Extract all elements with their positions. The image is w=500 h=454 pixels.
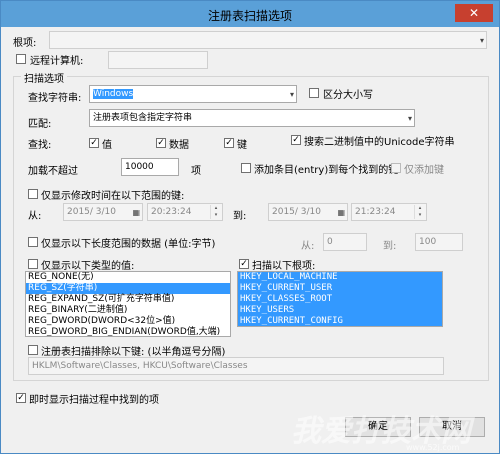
length-from-input[interactable]: 0 <box>323 233 367 251</box>
limit-input[interactable]: 10000 <box>121 158 179 176</box>
find-string-label: 查找字符串: <box>28 93 82 104</box>
chevron-down-icon: ▾ <box>214 212 218 218</box>
time-to-time: 21:23:24 <box>355 207 396 217</box>
list-item[interactable]: HKEY_USERS <box>238 305 442 316</box>
add-entry-label: 添加条目(entry)到每个找到的键 <box>254 165 399 176</box>
time-from-label: 从: <box>28 211 42 222</box>
exclude-keys-input[interactable]: HKLM\Software\Classes, HKCU\Software\Cla… <box>28 357 444 375</box>
find-string-value: Windows <box>93 89 134 99</box>
window-title: 注册表扫描选项 <box>207 9 292 23</box>
match-combo[interactable]: 注册表项包含指定字符串 ▾ <box>89 109 415 127</box>
lookin-values-checkbox[interactable]: ✓ <box>89 138 99 148</box>
list-item[interactable]: HKEY_CURRENT_USER <box>238 283 442 294</box>
scan-roots-checkbox[interactable]: ✓ <box>239 259 249 269</box>
calendar-icon: ▦ <box>132 208 140 217</box>
list-item[interactable]: HKEY_CURRENT_CONFIG <box>238 316 442 327</box>
realtime-display-label: 即时显示扫描过程中找到的项 <box>29 395 159 406</box>
add-entry-checkbox[interactable] <box>241 163 251 173</box>
chevron-down-icon: ▾ <box>289 90 294 99</box>
lookin-label: 查找: <box>28 140 52 151</box>
remote-checkbox[interactable] <box>16 54 26 64</box>
lookin-data-label: 数据 <box>169 140 189 151</box>
time-filter-checkbox[interactable] <box>28 189 38 199</box>
limit-unit-label: 项 <box>191 166 201 177</box>
only-add-key-checkbox[interactable] <box>391 163 401 173</box>
case-sensitive-label: 区分大小写 <box>323 90 373 101</box>
lookin-keys-checkbox[interactable]: ✓ <box>224 138 234 148</box>
title-bar: 注册表扫描选项 ✕ <box>1 1 499 27</box>
length-to-label: 到: <box>383 241 397 252</box>
chevron-down-icon: ▾ <box>407 114 412 123</box>
chevron-up-icon: ▴ <box>418 205 422 211</box>
watermark-url: www.52j.com <box>406 443 460 452</box>
scan-roots-label: 扫描以下根项: <box>252 261 316 272</box>
lookin-values-label: 值 <box>102 140 112 151</box>
time-from-date: 2015/ 3/10 <box>67 207 117 217</box>
find-string-combo[interactable]: Windows ▾ <box>89 85 297 103</box>
remote-computer-input[interactable] <box>108 51 208 69</box>
time-to-date-picker[interactable]: 2015/ 3/10 ▦ <box>268 203 348 221</box>
unicode-search-label: 搜索二进制值中的Unicode字符串 <box>304 137 455 148</box>
exclude-checkbox[interactable] <box>28 345 38 355</box>
dialog-window: 注册表扫描选项 ✕ 根项: ▾ 远程计算机: 扫描选项 查找字符串: Windo… <box>0 0 500 454</box>
chevron-down-icon: ▾ <box>479 36 484 45</box>
exclude-label: 注册表扫描排除以下键: (以半角逗号分隔) <box>41 347 226 358</box>
list-item[interactable]: REG_DWORD(DWORD<32位>值) <box>26 316 230 327</box>
close-button[interactable]: ✕ <box>455 4 493 22</box>
only-add-key-label: 仅添加键 <box>404 165 444 176</box>
value-type-list[interactable]: REG_NONE(无) REG_SZ(字符串) REG_EXPAND_SZ(可扩… <box>25 271 231 337</box>
lookin-keys-label: 键 <box>237 140 247 151</box>
time-from-date-picker[interactable]: 2015/ 3/10 ▦ <box>63 203 143 221</box>
time-filter-label: 仅显示修改时间在以下范围的键: <box>41 191 185 202</box>
length-filter-checkbox[interactable] <box>28 237 38 247</box>
realtime-display-checkbox[interactable]: ✓ <box>16 393 26 403</box>
remote-label: 远程计算机: <box>30 56 84 67</box>
chevron-down-icon: ▾ <box>418 212 422 218</box>
list-item[interactable]: REG_DWORD_BIG_ENDIAN(DWORD值,大端) <box>26 327 230 336</box>
time-from-time-input[interactable]: 20:23:24 ▴ ▾ <box>147 203 223 221</box>
match-value: 注册表项包含指定字符串 <box>93 113 193 123</box>
time-to-date: 2015/ 3/10 <box>272 207 322 217</box>
list-item[interactable]: REG_EXPAND_SZ(可扩充字符串值) <box>26 294 230 305</box>
limit-label: 加载不超过 <box>28 166 78 177</box>
list-item[interactable]: REG_NONE(无) <box>26 272 230 283</box>
length-to-input[interactable]: 100 <box>415 233 463 251</box>
root-key-label: 根项: <box>13 38 37 49</box>
time-from-time: 20:23:24 <box>151 207 192 217</box>
list-item[interactable]: HKEY_LOCAL_MACHINE <box>238 272 442 283</box>
time-from-spinner[interactable]: ▴ ▾ <box>210 205 221 219</box>
type-filter-label: 仅显示以下类型的值: <box>41 261 135 272</box>
scan-options-label: 扫描选项 <box>21 70 67 85</box>
lookin-data-checkbox[interactable]: ✓ <box>156 138 166 148</box>
case-sensitive-checkbox[interactable] <box>309 88 319 98</box>
length-filter-label: 仅显示以下长度范围的数据 (单位:字节) <box>41 239 216 250</box>
length-from-label: 从: <box>301 241 315 252</box>
match-label: 匹配: <box>28 119 52 130</box>
unicode-search-checkbox[interactable]: ✓ <box>291 135 301 145</box>
calendar-icon: ▦ <box>337 208 345 217</box>
root-key-combo[interactable]: ▾ <box>49 31 487 49</box>
type-filter-checkbox[interactable] <box>28 259 38 269</box>
root-keys-list[interactable]: HKEY_LOCAL_MACHINE HKEY_CURRENT_USER HKE… <box>237 271 443 327</box>
list-item[interactable]: REG_SZ(字符串) <box>26 283 230 294</box>
chevron-up-icon: ▴ <box>214 205 218 211</box>
time-to-time-input[interactable]: 21:23:24 ▴ ▾ <box>351 203 427 221</box>
list-item[interactable]: HKEY_CLASSES_ROOT <box>238 294 442 305</box>
time-to-spinner[interactable]: ▴ ▾ <box>414 205 425 219</box>
list-item[interactable]: REG_BINARY(二进制值) <box>26 305 230 316</box>
time-to-label: 到: <box>233 211 247 222</box>
